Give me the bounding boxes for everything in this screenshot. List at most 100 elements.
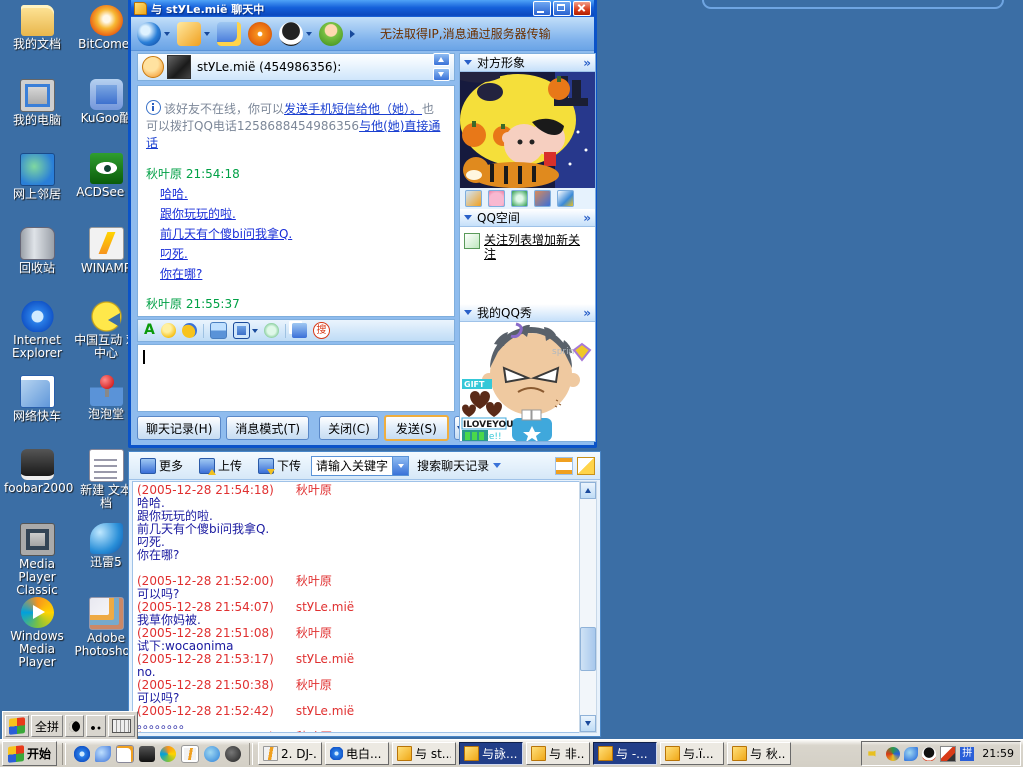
messenger-icon[interactable]	[95, 746, 111, 762]
foobar-icon[interactable]	[139, 746, 155, 762]
expand-more-icon[interactable]: »	[583, 211, 591, 225]
search-icon[interactable]: 搜	[313, 322, 330, 339]
flashget-icon[interactable]	[904, 747, 918, 761]
message-input[interactable]	[137, 344, 455, 412]
wordpad-icon[interactable]	[116, 745, 134, 763]
chat-history-button[interactable]: 聊天记录(H)	[137, 416, 221, 440]
message-view[interactable]: 该好友不在线，你可以发送手机短信给他（她）。也可以拨打QQ电话125868845…	[137, 85, 455, 317]
maximize-button[interactable]	[553, 1, 571, 16]
task-button[interactable]: 与 -...	[593, 742, 657, 765]
task-button[interactable]: 与.ї...	[660, 742, 724, 765]
bitcomet-icon	[90, 5, 123, 36]
doodle-icon[interactable]	[264, 323, 279, 338]
start-button[interactable]: 开始	[2, 741, 57, 766]
photo-icon[interactable]	[534, 190, 551, 207]
chat-title-bar[interactable]: 与 stУLe.mіё 聊天中	[131, 0, 594, 17]
desktop-icon-network-places[interactable]: 网上邻居	[3, 153, 71, 227]
qzone-follow-link[interactable]: 关注列表增加新关注	[484, 233, 591, 261]
task-button[interactable]: 电白...	[325, 742, 389, 765]
show-image-icon[interactable]	[465, 190, 482, 207]
media-player-icon[interactable]	[160, 746, 176, 762]
ime-softkeyboard-button[interactable]	[108, 715, 135, 737]
history-content[interactable]: (2005-12-28 21:54:18)秋叶原 哈哈. 跟你玩玩的啦. 前几天…	[132, 481, 580, 733]
pinyin-ime-icon[interactable]: 拼	[960, 747, 974, 761]
desktop-icon-my-documents[interactable]: 我的文档	[3, 5, 71, 79]
minimize-button[interactable]	[533, 1, 551, 16]
ie-icon	[21, 301, 54, 332]
refresh-icon[interactable]	[511, 190, 528, 207]
qq-show-icon[interactable]	[279, 22, 303, 46]
section-header-qqshow[interactable]: 我的QQ秀 »	[460, 304, 595, 322]
mobile-sms-icon[interactable]	[292, 323, 307, 338]
more-button[interactable]: 更多	[134, 454, 189, 477]
download-button[interactable]: 下传	[252, 454, 307, 477]
desktop-icon-wmp[interactable]: Windows Media Player	[3, 597, 71, 671]
message-mode-button[interactable]: 消息模式(T)	[226, 416, 309, 440]
winamp-icon[interactable]	[181, 745, 199, 763]
section-header-qzone[interactable]: QQ空间 »	[460, 209, 595, 227]
ie-icon[interactable]	[74, 746, 90, 762]
expand-more-icon[interactable]: »	[583, 56, 591, 70]
desktop-icon-internet-explorer[interactable]: Internet Explorer	[3, 301, 71, 375]
chevron-down-icon[interactable]	[164, 32, 170, 36]
close-button[interactable]	[573, 1, 591, 16]
desktop-icon-recycle-bin[interactable]: 回收站	[3, 227, 71, 301]
tile-view-icon[interactable]	[577, 457, 595, 475]
app-icon[interactable]	[225, 746, 241, 762]
music-icon[interactable]	[248, 22, 272, 46]
expand-more-icon[interactable]: »	[583, 306, 591, 320]
task-button[interactable]: 与 非...	[526, 742, 590, 765]
scroll-down-button[interactable]	[433, 68, 450, 81]
desktop-icon-flashget[interactable]: 网络快车	[3, 375, 71, 449]
ime-punctuation-button[interactable]	[86, 715, 106, 737]
send-button[interactable]: 发送(S)	[384, 415, 449, 441]
desktop-icon-mpc[interactable]: Media Player Classic	[3, 523, 71, 597]
volume-icon[interactable]	[868, 747, 882, 761]
history-scrollbar[interactable]	[579, 481, 597, 733]
qq-icon[interactable]	[922, 747, 936, 761]
audio-video-chat-icon[interactable]	[137, 22, 161, 46]
send-file-icon[interactable]	[177, 22, 201, 46]
emoticon-icon[interactable]	[161, 323, 176, 338]
scroll-up-button[interactable]	[580, 482, 596, 499]
popo-icon[interactable]	[204, 746, 220, 762]
edit-pen-icon[interactable]	[557, 190, 574, 207]
mobile-message-icon[interactable]	[217, 22, 241, 46]
upload-button[interactable]: 上传	[193, 454, 248, 477]
scrollbar-thumb[interactable]	[580, 627, 596, 671]
scroll-down-button[interactable]	[580, 715, 596, 732]
send-image-icon[interactable]	[210, 322, 227, 339]
chevron-down-icon[interactable]	[204, 32, 210, 36]
task-button[interactable]: 2. DJ-...	[258, 742, 322, 765]
collapse-icon	[464, 60, 472, 65]
scroll-up-button[interactable]	[433, 53, 450, 66]
ime-mode-button[interactable]: 全拼	[31, 715, 63, 737]
task-button[interactable]: 与 秋...	[727, 742, 791, 765]
close-chat-button[interactable]: 关闭(C)	[319, 416, 379, 440]
magic-emoticon-icon[interactable]	[182, 323, 197, 338]
desktop-icon-my-computer[interactable]: 我的电脑	[3, 79, 71, 153]
font-icon[interactable]: A	[144, 323, 155, 338]
more-tools-icon[interactable]	[350, 30, 355, 38]
task-button[interactable]: 与詠...	[459, 742, 523, 765]
chevron-down-icon[interactable]	[306, 32, 312, 36]
notes-icon[interactable]	[940, 746, 956, 762]
network-globe-icon[interactable]	[886, 747, 900, 761]
dress-up-icon[interactable]	[488, 190, 505, 207]
send-sms-link[interactable]: 发送手机短信给他（她）。	[284, 102, 422, 116]
ime-windows-icon[interactable]	[5, 715, 29, 737]
ime-fullwidth-button[interactable]	[65, 715, 84, 737]
screen-capture-icon[interactable]	[233, 322, 250, 339]
chevron-down-icon[interactable]	[252, 329, 258, 333]
peer-avatar[interactable]	[167, 55, 191, 79]
list-view-icon[interactable]	[555, 457, 573, 475]
keyword-combo[interactable]: 请输入关键字	[311, 456, 409, 476]
add-friend-icon[interactable]	[319, 22, 343, 46]
desktop-icon-foobar2000[interactable]: foobar2000	[3, 449, 71, 523]
task-button[interactable]: 与 st...	[392, 742, 456, 765]
search-history-button[interactable]: 搜索聊天记录	[413, 457, 505, 474]
section-header-peer-image[interactable]: 对方形象 »	[460, 54, 595, 72]
combo-dropdown-icon[interactable]	[392, 457, 408, 475]
taskbar-clock[interactable]: 21:59	[982, 747, 1014, 760]
separator	[203, 324, 204, 338]
